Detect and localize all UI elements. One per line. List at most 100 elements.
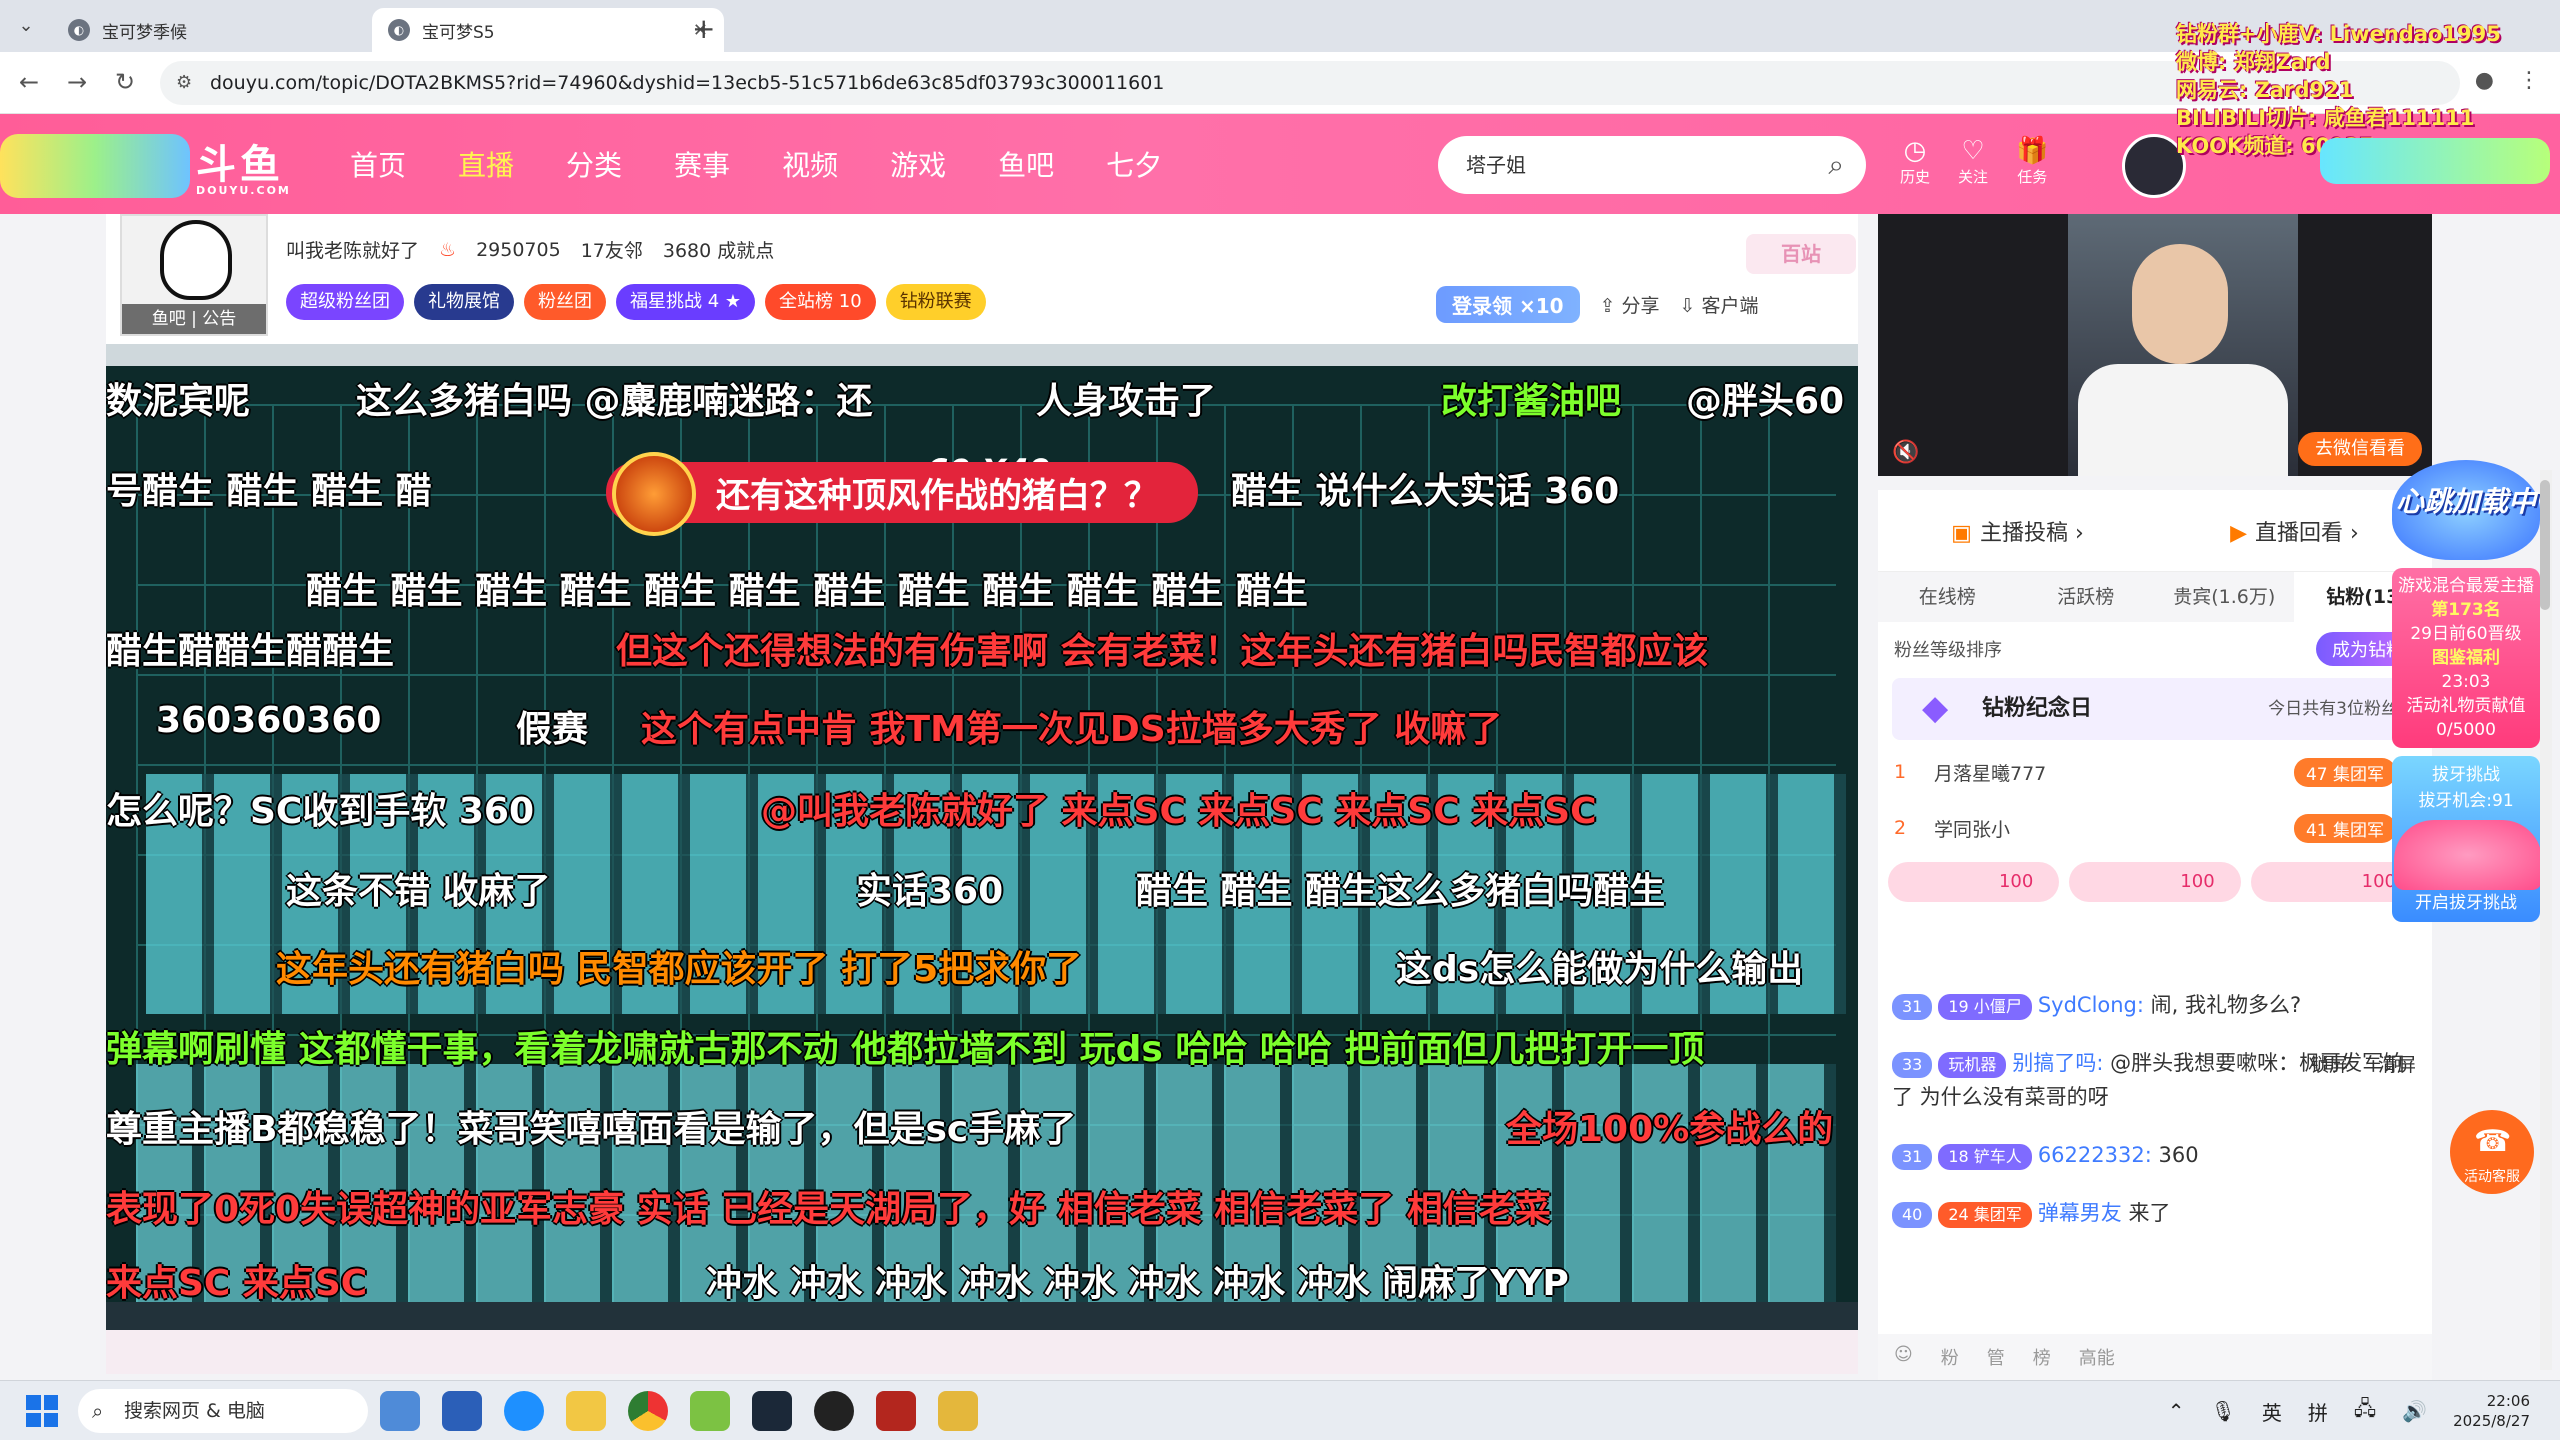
fan-sort-label[interactable]: 粉丝等级排序 (1894, 640, 2002, 661)
steam-icon[interactable] (752, 1391, 792, 1431)
rank-tag: 41 集团军 (2293, 813, 2396, 843)
folder-icon[interactable] (566, 1391, 606, 1431)
diamond-league-badge[interactable]: 钻粉联赛 (885, 284, 986, 320)
nav-item-home[interactable]: 首页 (350, 144, 406, 184)
ime-lang[interactable]: 英 (2262, 1397, 2282, 1426)
new-tab-button[interactable]: + (692, 12, 715, 45)
scrollbar-thumb[interactable] (2540, 480, 2550, 610)
tab-active[interactable]: 活跃榜 (2017, 572, 2156, 622)
nav-item-live[interactable]: 直播 (458, 144, 514, 184)
login-reward-button[interactable]: 登录领 ×10 (1436, 286, 1580, 323)
memorial-title: 钻粉纪念日 (1982, 696, 2093, 721)
microphone-icon[interactable]: 🎙 (2210, 1399, 2235, 1423)
follow-label: 关注 (1958, 168, 1989, 186)
douyu-logo[interactable]: 斗鱼 DOUYU.COM (196, 132, 336, 197)
high-energy-icon[interactable]: 高能 (2079, 1344, 2115, 1370)
nav-item-yuba[interactable]: 鱼吧 (998, 144, 1054, 184)
chat-username[interactable]: SydClong: (2038, 993, 2144, 1017)
achievement-points[interactable]: 3680 成就点 (663, 236, 774, 263)
gift-hall-badge[interactable]: 礼物展馆 (414, 284, 514, 320)
network-icon[interactable]: 🖧 (2354, 1394, 2376, 1428)
tab-active[interactable]: ◐ 宝可梦S5 ✕ (372, 8, 724, 52)
clear-screen-button[interactable]: 清屏 (2378, 1050, 2416, 1077)
heartbeat-banner[interactable]: 心跳加载中 (2392, 460, 2540, 560)
fan-sort-row: 粉丝等级排序 成为钻粉 (1878, 622, 2432, 674)
store-icon[interactable] (442, 1391, 482, 1431)
tab-title: 宝可梦季候 (102, 22, 187, 43)
chat-username[interactable]: 别搞了吗: (2012, 1051, 2103, 1075)
nav-item-video[interactable]: 视频 (782, 144, 838, 184)
clock[interactable]: 22:06 2025/8/27 (2453, 1391, 2530, 1431)
dota-icon[interactable] (876, 1391, 916, 1431)
rank-icon[interactable]: 榜 (2033, 1344, 2051, 1370)
search-icon: ⌕ (92, 1399, 104, 1423)
app-owl-icon[interactable] (938, 1391, 978, 1431)
tab-search-icon[interactable]: ⌄ (12, 12, 40, 40)
task-button[interactable]: 🎁 任务 (2016, 136, 2048, 187)
follow-button[interactable]: ♡ 关注 (1958, 136, 1988, 187)
danmaku-text: 来点SC 来点SC (106, 1263, 368, 1304)
streamer-name[interactable]: 叫我老陈就好了 (286, 236, 419, 263)
tooth-start-button[interactable]: 开启拔牙挑战 (2394, 890, 2538, 916)
replay-link[interactable]: ▶ 直播回看 › (2230, 515, 2359, 547)
chat-username[interactable]: 弹幕男友 (2038, 1201, 2122, 1225)
url-text: douyu.com/topic/DOTA2BKMS5?rid=74960&dys… (210, 72, 1165, 94)
obs-icon[interactable] (814, 1391, 854, 1431)
friends-count[interactable]: 17友邻 (581, 236, 643, 263)
submission-link[interactable]: ▣ 主播投稿 › (1951, 515, 2084, 547)
client-button[interactable]: ⇩ 客户端 (1680, 291, 1759, 318)
fan-icon[interactable]: 粉 (1941, 1344, 1959, 1370)
forward-icon[interactable]: → (62, 68, 92, 96)
super-chat-danmaku: 还有这种顶风作战的猪白？？ (606, 452, 1198, 536)
avatar-links[interactable]: 鱼吧 | 公告 (122, 304, 266, 334)
chrome-icon[interactable] (628, 1391, 668, 1431)
mute-icon[interactable]: 🔇 (1892, 440, 1919, 465)
danmaku-text: 假赛 (516, 709, 589, 750)
tab-inactive[interactable]: ◐ 宝可梦季候 ✕ (52, 8, 404, 52)
fuxing-badge[interactable]: 福星挑战 4 ★ (616, 284, 756, 320)
nav-item-games[interactable]: 游戏 (890, 144, 946, 184)
history-button[interactable]: ◷ 历史 (1900, 136, 1930, 187)
back-icon[interactable]: ← (14, 68, 44, 96)
rank-badge[interactable]: 全站榜 10 (765, 284, 876, 320)
danmaku-text: 数泥宾呢 (106, 381, 251, 422)
windows-start-icon[interactable] (26, 1395, 58, 1427)
chat-message: 31 19 小僵尸 SydClong: 闹, 我礼物多么? (1892, 988, 2418, 1022)
ime-mode[interactable]: 拼 (2308, 1397, 2328, 1426)
rank-row[interactable]: 2 学同张小 41 集团军 (1878, 800, 2432, 856)
side-top-links: ▣ 主播投稿 › ▶ 直播回看 › (1878, 490, 2432, 572)
manage-icon[interactable]: 管 (1987, 1344, 2005, 1370)
nav-item-category[interactable]: 分类 (566, 144, 622, 184)
fan-club-badge[interactable]: 粉丝团 (524, 284, 606, 320)
super-fan-badge[interactable]: 超级粉丝团 (286, 284, 404, 320)
nav-item-events[interactable]: 赛事 (674, 144, 730, 184)
streamer-avatar[interactable]: 鱼吧 | 公告 (120, 214, 268, 336)
rank-row[interactable]: 1 月落星曦777 47 集团军 (1878, 744, 2432, 800)
event-service-button[interactable]: ☎ 活动客服 (2450, 1110, 2534, 1194)
chevron-up-icon[interactable]: ⌃ (2168, 1399, 2185, 1423)
emoji-icon[interactable]: ☺ (1894, 1344, 1913, 1370)
tab-online[interactable]: 在线榜 (1878, 572, 2017, 622)
memorial-card[interactable]: ◆ 钻粉纪念日 今日共有3位粉丝 (1892, 678, 2418, 740)
video-player[interactable]: 60 X49 数泥宾呢 这么多猪白吗 @麋鹿喃迷路：还 人身攻击了 改打酱油吧 … (106, 344, 1858, 1374)
nav-item-qixi[interactable]: 七夕 (1106, 144, 1162, 184)
app-frog-icon[interactable] (690, 1391, 730, 1431)
url-field[interactable]: ⚙ douyu.com/topic/DOTA2BKMS5?rid=74960&d… (160, 61, 2460, 105)
site-info-icon[interactable]: ⚙ (176, 61, 192, 105)
gift-item[interactable]: 100 (1888, 862, 2060, 902)
page-scrollbar[interactable] (2540, 470, 2552, 1370)
reload-icon[interactable]: ↻ (110, 68, 140, 96)
gift-item[interactable]: 100 (2069, 862, 2241, 902)
volume-icon[interactable]: 🔊 (2402, 1399, 2427, 1423)
share-button[interactable]: ⇪ 分享 (1600, 291, 1660, 318)
search-icon[interactable]: ⌕ (1828, 136, 1844, 194)
taskview-icon[interactable] (380, 1391, 420, 1431)
search-input[interactable]: 塔子姐 ⌕ (1438, 136, 1866, 194)
lock-screen-button[interactable]: 锁屏 (2310, 1050, 2348, 1077)
tab-vip[interactable]: 贵宾(1.6万) (2155, 572, 2294, 622)
taskbar-search[interactable]: ⌕ 搜索网页 & 电脑 (78, 1389, 368, 1433)
edge-icon[interactable] (504, 1391, 544, 1431)
tooth-challenge-card[interactable]: 拔牙挑战 拔牙机会:91 开启拔牙挑战 (2392, 756, 2542, 922)
rank-card[interactable]: 游戏混合最爱主播 第173名 29日前60晋级 图鉴福利 23:03 活动礼物贡… (2392, 568, 2540, 748)
chat-username[interactable]: 66222332: (2038, 1143, 2152, 1167)
